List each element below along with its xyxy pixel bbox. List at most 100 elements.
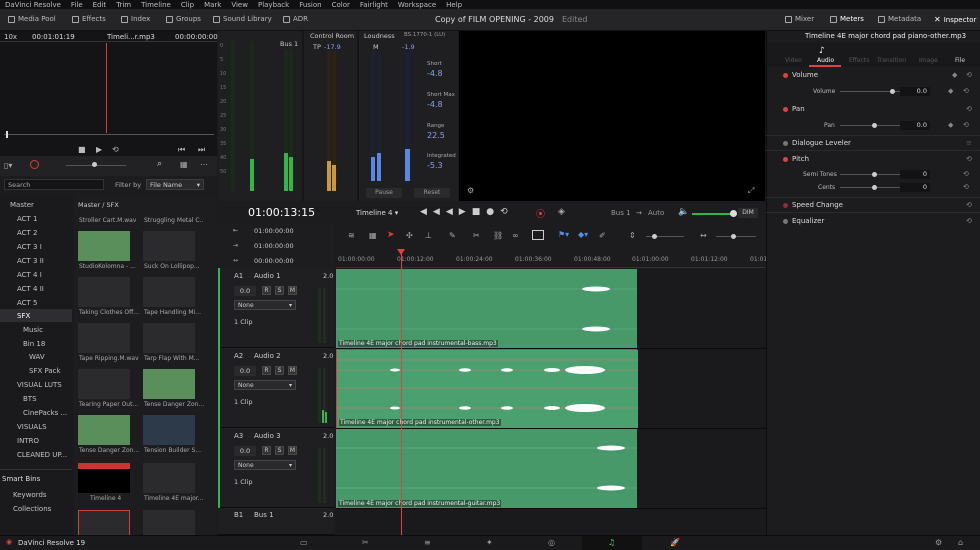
mixer-button[interactable]: Mixer <box>785 15 814 23</box>
pan-knob[interactable] <box>872 123 877 128</box>
effects-button[interactable]: Effects <box>72 15 106 23</box>
index-button[interactable]: Index <box>121 15 150 23</box>
reset-icon[interactable]: ⟲ <box>966 201 972 209</box>
loudness-standard[interactable]: BS.1770-1 (LU) <box>404 32 445 38</box>
solo-button[interactable]: S <box>275 286 284 295</box>
tab-video[interactable]: Video <box>785 57 802 64</box>
flag-icon[interactable]: ⚑▾ <box>558 230 569 239</box>
bin-music[interactable]: Music <box>23 326 43 334</box>
menu-icon[interactable]: ≡ <box>966 139 972 147</box>
bus-selector[interactable]: Bus 1 <box>611 209 631 217</box>
mute-button[interactable]: M <box>288 286 297 295</box>
bin-sfx-pack[interactable]: SFX Pack <box>29 367 61 375</box>
track-routing-select[interactable]: None ▾ <box>234 460 296 470</box>
zoom-slider-knob[interactable] <box>92 162 97 167</box>
reset-icon[interactable]: ⟲ <box>963 183 969 191</box>
sound-library-button[interactable]: Sound Library <box>213 15 272 23</box>
viewer-zoom[interactable]: 10x <box>4 33 17 41</box>
record-icon[interactable]: ● <box>486 207 500 217</box>
semi-tones-value[interactable]: 0 <box>900 170 930 179</box>
groups-button[interactable]: Groups <box>166 15 201 23</box>
dim-button[interactable]: DIM <box>738 208 758 218</box>
tab-file[interactable]: File <box>955 57 965 64</box>
bin-intro[interactable]: INTRO <box>17 437 39 445</box>
next-icon[interactable]: ⏭ <box>198 145 205 155</box>
arm-button[interactable]: R <box>262 286 271 295</box>
track-routing-select[interactable]: None ▾ <box>234 380 296 390</box>
track-name[interactable]: Audio 3 <box>254 432 281 440</box>
prev-icon[interactable]: ⏮ <box>178 145 185 155</box>
track-volume[interactable]: 0.0 <box>234 446 256 456</box>
metadata-button[interactable]: Metadata <box>878 15 921 23</box>
arm-button[interactable]: R <box>262 446 271 455</box>
tab-transition[interactable]: Transition <box>877 57 906 64</box>
track-name[interactable]: Audio 2 <box>254 352 281 360</box>
reset-icon[interactable]: ⟲ <box>966 217 972 225</box>
track-name[interactable]: Bus 1 <box>254 511 274 519</box>
rewind-icon[interactable]: ◀◀ <box>420 207 446 217</box>
speaker-icon[interactable]: 🔈 <box>678 207 689 217</box>
menu-timeline[interactable]: Timeline <box>136 1 176 9</box>
volume-value[interactable]: 0.0 <box>900 87 930 96</box>
menu-color[interactable]: Color <box>327 1 355 9</box>
play-icon[interactable]: ▶ <box>96 145 102 154</box>
deliver-page-icon[interactable]: 🚀 <box>670 538 680 547</box>
bin-visuals[interactable]: VISUALS <box>17 423 47 431</box>
list-view-icon[interactable]: ▯▾ <box>4 161 12 170</box>
waveform-view-icon[interactable] <box>532 230 544 240</box>
keyframe-icon[interactable]: ◆ <box>948 121 953 129</box>
color-page-icon[interactable]: ◎ <box>548 538 555 547</box>
bin-act1[interactable]: ACT 1 <box>17 215 38 223</box>
enable-dot[interactable] <box>783 203 788 208</box>
fairlight-page-icon[interactable]: ♫ <box>608 538 615 547</box>
enable-dot[interactable] <box>783 107 788 112</box>
horizontal-zoom-knob[interactable] <box>731 234 736 239</box>
solo-button[interactable]: S <box>275 446 284 455</box>
cents-knob[interactable] <box>872 185 877 190</box>
bin-master[interactable]: Master <box>10 201 34 209</box>
reset-icon[interactable]: ⟲ <box>966 71 972 79</box>
tc-row[interactable]: 01:00:00:00 <box>254 227 294 235</box>
home-icon[interactable]: ⌂ <box>958 538 963 547</box>
track-header-a2[interactable]: A2 Audio 2 2.0 0.0 R S M None ▾ 1 Clip <box>218 348 334 428</box>
reverse-play-icon[interactable]: ◀ <box>446 207 459 217</box>
timeline-selector[interactable]: Timeline 4 ▾ <box>356 209 398 217</box>
bin-cinepacks[interactable]: CinePacks ... <box>23 409 67 417</box>
arm-button[interactable]: R <box>262 366 271 375</box>
menu-edit[interactable]: Edit <box>88 1 112 9</box>
bin-act5[interactable]: ACT 5 <box>17 299 38 307</box>
enable-dot[interactable] <box>783 141 788 146</box>
bin-cleaned-up[interactable]: CLEANED UP... <box>17 451 67 459</box>
bin-act3-2[interactable]: ACT 3 II <box>17 257 44 265</box>
bin-bts[interactable]: BTS <box>23 395 37 403</box>
bin-act2[interactable]: ACT 2 <box>17 229 38 237</box>
marker-icon[interactable]: ◈ <box>558 207 565 217</box>
enable-dot[interactable] <box>783 73 788 78</box>
bin-visual-luts[interactable]: VISUAL LUTS <box>17 381 62 389</box>
timeline-thumbnail[interactable] <box>78 463 130 493</box>
clip-thumbnail[interactable] <box>143 231 195 261</box>
master-volume-knob[interactable] <box>730 210 737 217</box>
menu-app[interactable]: DaVinci Resolve <box>0 1 66 9</box>
cents-value[interactable]: 0 <box>900 183 930 192</box>
record-arm-icon[interactable]: ⦿ <box>536 207 545 220</box>
menu-fusion[interactable]: Fusion <box>294 1 326 9</box>
clip-thumbnail[interactable] <box>143 369 195 399</box>
filter-select[interactable]: File Name ▾ <box>146 179 204 190</box>
edit-page-icon[interactable]: ≡ <box>424 538 431 547</box>
tab-audio[interactable]: Audio <box>817 57 834 64</box>
keyframe-icon[interactable]: ◆ <box>948 87 953 95</box>
clip-thumbnail[interactable] <box>143 277 195 307</box>
tc-row[interactable]: 01:00:00:00 <box>254 242 294 250</box>
smart-bins-header[interactable]: Smart Bins <box>2 475 40 483</box>
adr-button[interactable]: ADR <box>283 15 308 23</box>
semi-tones-knob[interactable] <box>872 172 877 177</box>
reset-icon[interactable]: ⟲ <box>966 155 972 163</box>
razor-icon[interactable]: ✂ <box>473 231 480 240</box>
mute-button[interactable]: M <box>288 446 297 455</box>
bin-act3-1[interactable]: ACT 3 I <box>17 243 42 251</box>
audio-clip-guitar[interactable]: Timeline 4E major chord pad instrumental… <box>336 429 637 508</box>
track-volume[interactable]: 0.0 <box>234 366 256 376</box>
clip-thumbnail[interactable] <box>78 277 130 307</box>
enable-dot[interactable] <box>783 219 788 224</box>
